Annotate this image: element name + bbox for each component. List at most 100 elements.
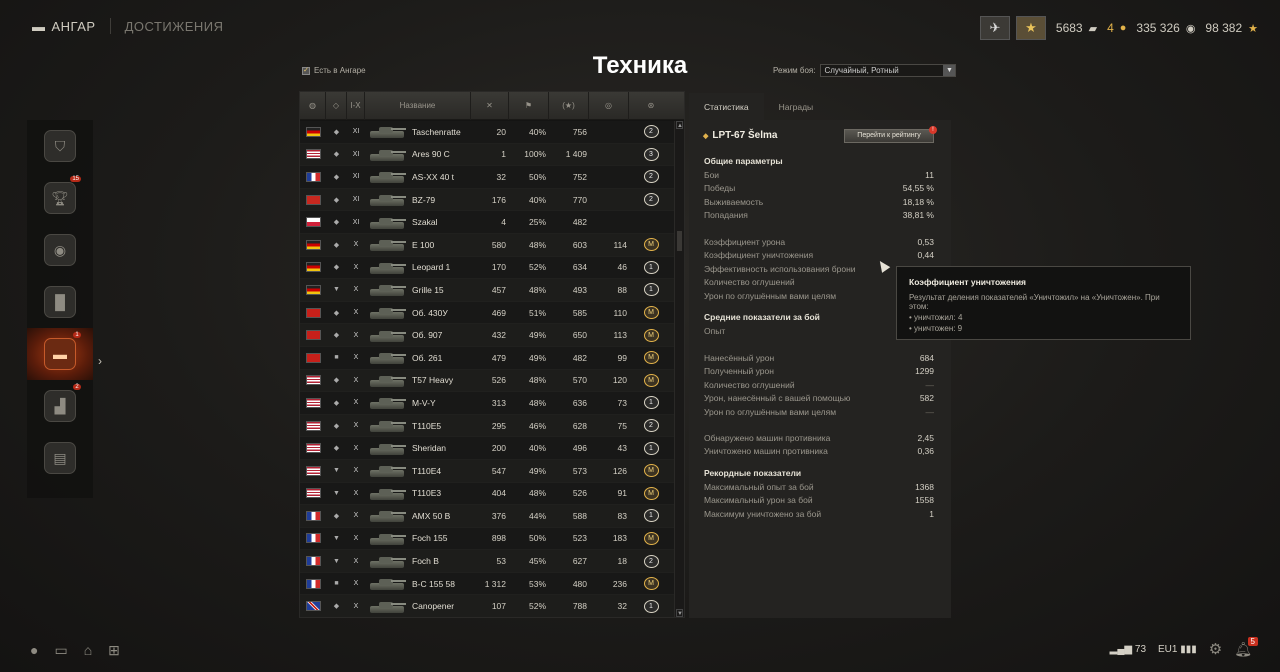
table-row[interactable]: ◆ XI Szakal 4 25% 482 xyxy=(300,211,675,234)
battles-column-header[interactable]: ✕ xyxy=(471,92,509,120)
stat-row: Максимальный урон за бой 1558 xyxy=(704,495,934,508)
table-row[interactable]: ◆ X Leopard 1 170 52% 634 46 1 xyxy=(300,256,675,280)
vehicle-name-cell: Grille 15 xyxy=(412,284,444,295)
table-row[interactable]: ◆ XI Ares 90 C 1 100% 1 409 3 xyxy=(300,143,675,167)
stat-label: Количество оглушений xyxy=(704,277,795,288)
mastery-cell: 1 xyxy=(629,260,673,274)
rating-cell: 120 xyxy=(612,375,627,386)
tank-image xyxy=(365,508,409,523)
clan-icon[interactable]: ⊞ xyxy=(108,642,120,659)
battle-mode-select[interactable]: Случайный, Ротный ▼ xyxy=(820,64,957,77)
chat-icon[interactable]: ▭ xyxy=(54,642,67,659)
nation-cell xyxy=(300,126,326,137)
tab-statistics[interactable]: Статистика xyxy=(689,93,764,120)
vehicle-name-cell: T110E5 xyxy=(412,420,442,431)
nation-flag-icon xyxy=(305,397,321,408)
mastery-badge-icon: M xyxy=(643,531,659,545)
tank-icon xyxy=(368,463,406,478)
name-column-header[interactable]: Название xyxy=(365,92,471,120)
mastery-column-header[interactable]: ⊛ xyxy=(629,92,673,120)
table-row[interactable]: ◆ X Об. 430У 469 51% 585 110 M xyxy=(300,301,675,325)
rating-column-header[interactable]: ◎ xyxy=(589,92,629,120)
side-menu-item[interactable]: ▬ 1 xyxy=(27,328,93,380)
table-row[interactable]: ▼ X Foch 155 898 50% 523 183 M xyxy=(300,527,675,551)
stat-row: Максимальный опыт за бой 1368 xyxy=(704,482,934,495)
handshake-icon[interactable]: ⌂ xyxy=(84,642,92,659)
table-row[interactable]: ▼ X T110E4 547 49% 573 126 M xyxy=(300,459,675,483)
stat-value: 582 xyxy=(919,393,934,404)
nation-flag-icon xyxy=(305,375,321,386)
table-row[interactable]: ◆ X M-V-Y 313 48% 636 73 1 xyxy=(300,392,675,415)
vehicle-class-icon: ◆ xyxy=(333,151,340,159)
wins-cell: 48% xyxy=(528,488,546,499)
wins-column-header[interactable]: ⚑ xyxy=(509,92,549,120)
hangar-tab[interactable]: ▬ АНГАР xyxy=(32,19,96,34)
podium-icon: ▟ xyxy=(44,390,76,422)
side-menu-item[interactable]: 🏆︎ 15 xyxy=(27,172,93,224)
side-menu-item[interactable]: ▤ xyxy=(27,432,93,484)
nation-cell xyxy=(300,533,326,544)
nation-cell xyxy=(300,330,326,341)
table-row[interactable]: ▼ X Foch B 53 45% 627 18 2 xyxy=(300,550,675,573)
table-row[interactable]: ◆ X T57 Heavy 526 48% 570 120 M xyxy=(300,369,675,393)
scrollbar[interactable]: ▲ ▼ xyxy=(674,121,684,617)
wins-cell: 45% xyxy=(528,556,546,567)
in-hangar-filter[interactable]: ✓ Есть в Ангаре xyxy=(302,66,366,75)
nation-flag-icon xyxy=(305,262,321,273)
premium-shop-button[interactable]: ✈ xyxy=(979,16,1010,40)
xp-column-header[interactable]: (★) xyxy=(549,92,589,120)
type-column-header[interactable]: ◇ xyxy=(326,92,347,120)
table-row[interactable]: ◆ X T110E5 295 46% 628 75 2 xyxy=(300,414,675,438)
bell-icon[interactable]: 🔔︎ 5 xyxy=(1234,636,1258,658)
gear-icon[interactable]: ⚙ xyxy=(1209,640,1222,658)
side-menu-item[interactable]: ▐▌ xyxy=(27,276,93,328)
wins-cell: 40% xyxy=(528,126,546,137)
scroll-down-icon[interactable]: ▼ xyxy=(676,609,683,617)
mastery-cell: 2 xyxy=(629,554,673,568)
table-row[interactable]: ◆ XI AS-XX 40 t 32 50% 752 2 xyxy=(300,166,675,189)
achievements-tab[interactable]: ДОСТИЖЕНИЯ xyxy=(125,19,224,34)
tooltip-line: • уничтожен: 9 xyxy=(909,324,963,333)
stat-row: Коэффициент урона 0,53 xyxy=(704,237,934,250)
go-to-rating-button[interactable]: Перейти к рейтингу ! xyxy=(844,126,937,143)
table-row[interactable]: ◆ X E 100 580 48% 603 114 M xyxy=(300,233,675,257)
tab-awards[interactable]: Награды xyxy=(764,93,829,120)
nation-column-header[interactable]: ◍ xyxy=(300,92,326,120)
mastery-cell: M xyxy=(629,577,673,591)
table-row[interactable]: ▼ X T110E3 404 48% 526 91 M xyxy=(300,482,675,506)
mastery-badge-icon: 2 xyxy=(643,170,659,184)
table-row[interactable]: ◆ X AMX 50 B 376 44% 588 83 1 xyxy=(300,505,675,528)
table-row[interactable]: ◆ X Об. 907 432 49% 650 113 M xyxy=(300,324,675,347)
tank-image xyxy=(365,260,409,275)
gold-icon: ● xyxy=(1119,22,1127,34)
premium-button[interactable]: ★ xyxy=(1015,16,1046,40)
vehicle-name-cell: Sheridan xyxy=(412,443,447,454)
rating-cell: 110 xyxy=(613,307,627,318)
rating-cell: 83 xyxy=(617,510,627,521)
side-menu-item[interactable]: ⛉ xyxy=(27,120,93,172)
table-row[interactable]: ◆ XI BZ-79 176 40% 770 2 xyxy=(300,188,675,212)
checkbox-icon[interactable]: ✓ xyxy=(302,66,310,75)
vehicle-name-cell: B-C 155 58 xyxy=(412,578,455,589)
table-row[interactable]: ◆ X Sheridan 200 40% 496 43 1 xyxy=(300,437,675,460)
credits-icon: ◉ xyxy=(1185,22,1196,35)
table-row[interactable]: ▼ X Grille 15 457 48% 493 88 1 xyxy=(300,279,675,302)
nation-cell xyxy=(300,149,326,160)
avg-xp-cell: 627 xyxy=(572,556,587,567)
table-row[interactable]: ■ X B-C 155 58 1 312 53% 480 236 M xyxy=(300,572,675,596)
scroll-up-icon[interactable]: ▲ xyxy=(676,121,683,129)
side-menu-item[interactable]: ◉ xyxy=(27,224,93,276)
side-menu-item[interactable]: ▟ 2 xyxy=(27,380,93,432)
scroll-thumb[interactable] xyxy=(677,231,682,251)
table-row[interactable]: ◆ XI Taschenratte 20 40% 756 2 xyxy=(300,121,675,144)
tier-column-header[interactable]: I-X xyxy=(347,92,365,120)
tank-image xyxy=(365,350,409,365)
table-row[interactable]: ◆ X Canopener 107 52% 788 32 1 xyxy=(300,595,675,617)
vehicle-name-cell: T110E3 xyxy=(412,488,442,499)
profile-icon[interactable]: ● xyxy=(30,642,38,659)
tier-cell: X xyxy=(353,286,359,294)
hangar-label: АНГАР xyxy=(51,18,96,34)
server-indicator[interactable]: EU1 ▮▮▮ xyxy=(1158,644,1197,655)
table-row[interactable]: ■ X Об. 261 479 49% 482 99 M xyxy=(300,346,675,370)
chevron-down-icon[interactable]: ▼ xyxy=(943,65,956,76)
